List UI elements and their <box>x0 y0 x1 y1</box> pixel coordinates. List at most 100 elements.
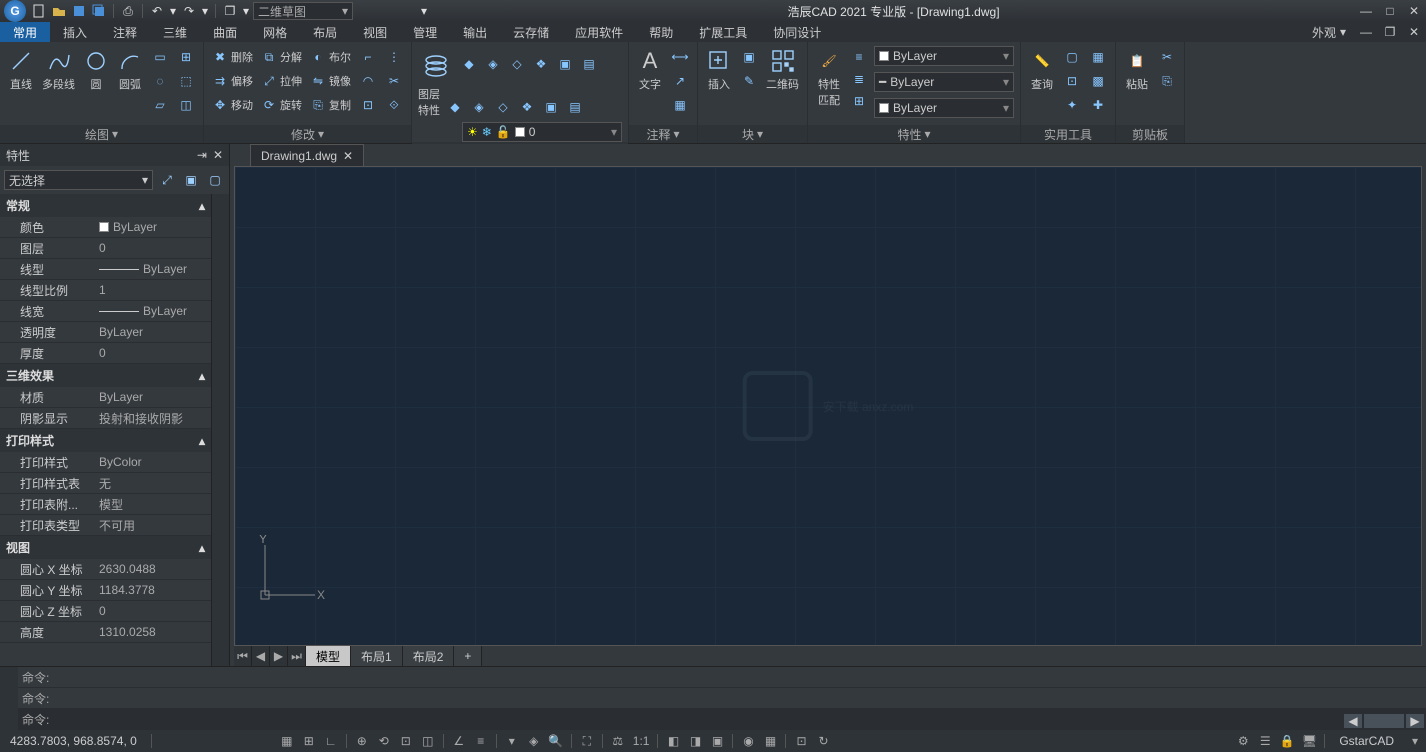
draw-extra5-icon[interactable]: ⬚ <box>175 70 197 92</box>
modify-e6-icon[interactable]: ⟐ <box>383 94 405 116</box>
polyline-tool[interactable]: 多段线 <box>40 46 77 125</box>
modify-e3-icon[interactable]: ⊡ <box>357 94 379 116</box>
draw-extra2-icon[interactable]: ◌ <box>149 70 171 92</box>
prop-cx[interactable]: 2630.0488 <box>95 559 211 579</box>
prop-lw[interactable]: ByLayer <box>95 301 211 321</box>
status-overflow[interactable]: ▾ <box>1404 731 1426 751</box>
layer-properties-button[interactable] <box>418 46 454 82</box>
copy-tool[interactable]: ⎘复制 <box>308 94 353 116</box>
panel-pin-icon[interactable]: ⇥ <box>197 148 207 162</box>
qat-print-icon[interactable]: ⎙ <box>119 2 137 20</box>
layout-2-tab[interactable]: 布局2 <box>403 646 455 666</box>
menu-tab-10[interactable]: 云存储 <box>500 22 562 42</box>
qat-app-icon[interactable]: ❐ <box>221 2 239 20</box>
block-panel-title[interactable]: 块▾ <box>698 125 807 143</box>
app-logo[interactable]: G <box>4 0 26 22</box>
group-general[interactable]: 常规▴ <box>0 194 211 217</box>
layout-next-button[interactable]: ▶ <box>270 646 288 666</box>
prop-material[interactable]: ByLayer <box>95 387 211 407</box>
prop-thick[interactable]: 0 <box>95 343 211 363</box>
draw-extra3-icon[interactable]: ▱ <box>149 94 171 116</box>
text-tool[interactable]: A文字 <box>635 46 665 125</box>
st-e2[interactable]: ◨ <box>684 731 706 751</box>
draw-extra4-icon[interactable]: ⊞ <box>175 46 197 68</box>
erase-tool[interactable]: ✖删除 <box>210 46 255 68</box>
sc-icon[interactable]: ⛶ <box>576 731 598 751</box>
line-tool[interactable]: 直线 <box>6 46 36 125</box>
maximize-button[interactable]: □ <box>1378 1 1402 21</box>
util-e3-icon[interactable]: ✦ <box>1061 94 1083 116</box>
select-objects-icon[interactable]: ▢ <box>205 170 225 190</box>
qat-app-menu[interactable]: ▾ <box>241 2 251 20</box>
qat-undo-icon[interactable]: ↶ <box>148 2 166 20</box>
menu-tab-1[interactable]: 插入 <box>50 22 100 42</box>
prop-cz[interactable]: 0 <box>95 601 211 621</box>
layer-s5-icon[interactable]: ▣ <box>554 53 576 75</box>
prop-trans[interactable]: ByLayer <box>95 322 211 342</box>
st-e7[interactable]: ↻ <box>812 731 834 751</box>
menu-tab-12[interactable]: 帮助 <box>636 22 686 42</box>
lock-icon[interactable]: 🔒 <box>1276 731 1298 751</box>
polar-icon[interactable]: ⊕ <box>351 731 373 751</box>
transparency-icon[interactable]: ◈ <box>523 731 545 751</box>
menu-tab-13[interactable]: 扩展工具 <box>686 22 760 42</box>
props-scrollbar[interactable] <box>211 194 229 666</box>
command-line-area[interactable]: 命令: 命令: 命令: ◀ ▶ <box>0 666 1426 730</box>
prop-pstt[interactable]: 不可用 <box>95 515 211 535</box>
drawing-canvas[interactable]: 安下载 anxz.com Y X <box>234 166 1422 646</box>
prop-color[interactable]: ByLayer <box>95 217 211 237</box>
layer-s12-icon[interactable]: ▤ <box>564 96 586 118</box>
hscroll-track[interactable] <box>1364 714 1404 728</box>
hscroll-right[interactable]: ▶ <box>1406 714 1424 728</box>
query-button[interactable]: 📏查询 <box>1027 46 1057 125</box>
close-button[interactable]: ✕ <box>1402 1 1426 21</box>
cmd-handle[interactable] <box>0 667 18 730</box>
snap-grid-icon[interactable]: ▦ <box>276 731 298 751</box>
bool-tool[interactable]: ◐布尔 <box>308 46 353 68</box>
pick-add-icon[interactable]: ⤢ <box>157 170 177 190</box>
insert-block-button[interactable]: 插入 <box>704 46 734 125</box>
block-edit-icon[interactable]: ✎ <box>738 70 760 92</box>
qrcode-button[interactable]: 二维码 <box>764 46 801 125</box>
menu-tab-11[interactable]: 应用软件 <box>562 22 636 42</box>
menu-tab-4[interactable]: 曲面 <box>200 22 250 42</box>
layout-model-tab[interactable]: 模型 <box>306 646 351 666</box>
qat-overflow[interactable]: ▾ <box>415 2 433 20</box>
layout-add-tab[interactable]: + <box>454 646 482 666</box>
appearance-menu[interactable]: 外观▾ <box>1304 22 1354 42</box>
cut-icon[interactable]: ✂ <box>1156 46 1178 68</box>
minimize-button[interactable]: — <box>1354 1 1378 21</box>
st-e3[interactable]: ▣ <box>706 731 728 751</box>
osnap-icon[interactable]: ⊡ <box>395 731 417 751</box>
layout-first-button[interactable]: ⏮ <box>234 646 252 666</box>
modify-e5-icon[interactable]: ✂ <box>383 70 405 92</box>
layer-s4-icon[interactable]: ❖ <box>530 53 552 75</box>
annot-table-icon[interactable]: ▦ <box>669 94 691 116</box>
qat-new-icon[interactable] <box>30 2 48 20</box>
qat-save-icon[interactable] <box>70 2 88 20</box>
modify-panel-title[interactable]: 修改▾ <box>204 125 411 143</box>
ortho-icon[interactable]: ∟ <box>320 731 342 751</box>
prop-shadow[interactable]: 投射和接收阴影 <box>95 408 211 428</box>
prop-height[interactable]: 1310.0258 <box>95 622 211 642</box>
layout-last-button[interactable]: ⏭ <box>288 646 306 666</box>
prop-pst[interactable]: 无 <box>95 473 211 493</box>
matchprop-button[interactable]: 🖌特性匹配 <box>814 46 844 125</box>
color-selector[interactable]: ByLayer▾ <box>874 46 1014 66</box>
hscroll-left[interactable]: ◀ <box>1344 714 1362 728</box>
selection-dropdown[interactable]: 无选择▾ <box>4 170 153 190</box>
draw-extra1-icon[interactable]: ▭ <box>149 46 171 68</box>
paste-button[interactable]: 📋粘贴 <box>1122 46 1152 125</box>
menu-tab-0[interactable]: 常用 <box>0 22 50 42</box>
util-e1-icon[interactable]: ▢ <box>1061 46 1083 68</box>
layer-selector[interactable]: ☀❄🔓0▾ <box>462 122 622 142</box>
props-e3-icon[interactable]: ⊞ <box>848 90 870 112</box>
props-panel-title[interactable]: 特性▾ <box>808 125 1020 143</box>
group-view[interactable]: 视图▴ <box>0 536 211 559</box>
layer-s3-icon[interactable]: ◇ <box>506 53 528 75</box>
modify-e2-icon[interactable]: ◠ <box>357 70 379 92</box>
annot-dim-icon[interactable]: ⟷ <box>669 46 691 68</box>
offset-tool[interactable]: ⇉偏移 <box>210 70 255 92</box>
group-plot[interactable]: 打印样式▴ <box>0 429 211 452</box>
stretch-tool[interactable]: ⤢拉伸 <box>259 70 304 92</box>
